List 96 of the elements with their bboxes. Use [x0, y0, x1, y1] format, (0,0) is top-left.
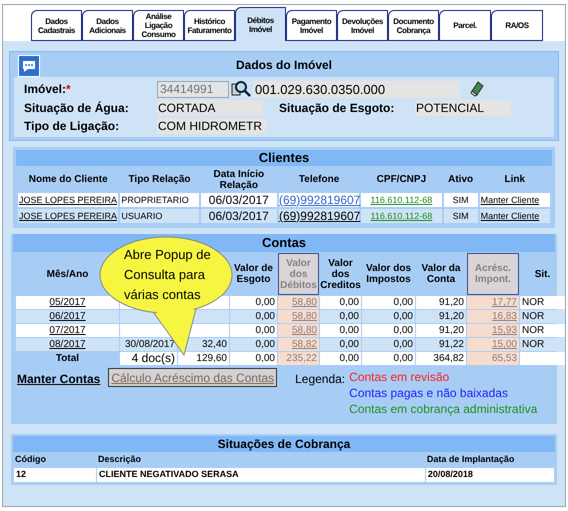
column-header: Acrésc. Impont. [467, 253, 519, 295]
column-header: Código [14, 453, 47, 466]
table-cell-text: 20/08/2018 [426, 468, 474, 481]
table-cell: 65,53 [467, 352, 519, 365]
table-cell: 4 doc(s) [120, 352, 177, 365]
section-title: Situações de Cobrança [13, 436, 555, 452]
tab[interactable]: Parcel. [439, 10, 491, 41]
phone-link[interactable]: (69)992819607 [278, 193, 360, 207]
manter-contas-link[interactable]: Manter Contas [17, 370, 100, 416]
table-cell: 0,00 [362, 324, 415, 337]
tab[interactable]: Documento Cobrança [388, 10, 439, 41]
tab[interactable]: Débitos Imóvel [235, 7, 286, 41]
table-cell: 30/08/2017 [120, 338, 177, 351]
tab[interactable]: Histórico Faturamento [184, 10, 235, 41]
table-cell: 0,00 [320, 296, 361, 309]
table-cell: 0,00 [362, 352, 415, 365]
table-cell: 235,22 [278, 352, 319, 365]
column-header: Data de Implantação [426, 453, 516, 466]
tab[interactable]: Análise Ligação Consumo [133, 10, 184, 41]
column-header: Valor dos Impostos [364, 262, 412, 287]
table-cell: USUARIO [120, 209, 199, 223]
column-header: Valor da Conta [420, 262, 462, 287]
tab[interactable]: Dados Adicionais [82, 10, 133, 41]
column-header: Valor dos Débitos [278, 253, 319, 295]
table-cell: 129,60 [178, 352, 229, 365]
column-header: Mês/Ano [46, 268, 90, 282]
table-cell: 0,00 [362, 310, 415, 323]
table-cell: 0,00 [320, 338, 361, 351]
table-cell: 0,00 [230, 324, 277, 337]
legend-item: Contas em revisão [349, 370, 450, 384]
table-cell: 364,82 [416, 352, 466, 365]
table-cell: 0,00 [320, 324, 361, 337]
legend-label: Legenda: [295, 371, 346, 388]
table-cell: 91,20 [416, 296, 466, 309]
client-link[interactable]: JOSE LOPES PEREIRA [18, 209, 118, 223]
column-header: Link [504, 173, 526, 187]
table-cell: 0,00 [320, 310, 361, 323]
column-header: CPF/CNPJ [376, 173, 428, 187]
table-cell: 91,22 [416, 338, 466, 351]
column-header: Nome do Cliente [28, 173, 109, 187]
tab[interactable]: Pagamento Imóvel [286, 10, 337, 41]
input-field[interactable]: 34414991 [157, 80, 229, 98]
table-cell: 06/03/2017 [200, 193, 277, 207]
month-link[interactable]: 07/2017 [16, 324, 119, 337]
search-icon[interactable] [231, 80, 251, 98]
phone-link[interactable]: (69)992819607 [278, 209, 360, 223]
column-header: Data Início Relação [212, 168, 266, 191]
section-title: Clientes [16, 150, 552, 166]
chat-icon[interactable] [18, 55, 40, 77]
month-link[interactable]: 08/2017 [16, 338, 119, 351]
table-cell: 0,00 [320, 352, 361, 365]
table-cell: 0,00 [230, 352, 277, 365]
tab[interactable]: Dados Cadastrais [31, 10, 82, 41]
column-header: Sit. [534, 268, 552, 282]
field-value: CORTADA [157, 100, 263, 116]
table-cell: 0,00 [230, 338, 277, 351]
manter-cliente-link[interactable]: Manter Cliente [480, 193, 550, 207]
month-link[interactable]: 05/2017 [16, 296, 119, 309]
field-label: Imóvel:* [24, 81, 72, 98]
input-field[interactable]: 001.029.630.0350.000 [253, 80, 460, 98]
column-header: Ativo [447, 173, 474, 187]
table-cell-text: 12 [15, 468, 28, 481]
field-value: POTENCIAL [415, 100, 511, 116]
table-cell-text: CLIENTE NEGATIVADO SERASA [98, 468, 240, 481]
section-title: Dados do Imóvel [236, 56, 332, 74]
table-cell: SIM [444, 193, 478, 207]
table-cell: NOR [520, 324, 565, 337]
column-header: Tipo Relação [127, 173, 192, 187]
field-label: Tipo de Ligação: [24, 118, 120, 135]
table-cell: SIM [444, 209, 478, 223]
field-label: Situação de Água: [24, 100, 130, 117]
legend-item: Contas pagas e não baixadas [349, 386, 509, 400]
table-cell: 06/03/2017 [200, 209, 277, 223]
table-cell-text: Total [54, 352, 80, 365]
legend-item: Contas em cobrança administrativa [349, 402, 538, 416]
table-cell: 91,20 [416, 310, 466, 323]
month-link[interactable]: 06/2017 [16, 310, 119, 323]
tab[interactable]: RA/OS [491, 10, 543, 41]
manter-cliente-link[interactable]: Manter Cliente [480, 209, 550, 223]
field-value: COM HIDROMETR [157, 118, 267, 134]
table-cell: 0,00 [230, 296, 277, 309]
field-label: Situação de Esgoto: [278, 100, 396, 117]
eraser-icon[interactable] [470, 81, 484, 97]
table-cell: 0,00 [362, 338, 415, 351]
tab[interactable]: Devoluções Imóvel [337, 10, 388, 41]
cpf-link[interactable]: 116.610.112-68 [361, 193, 442, 207]
column-header: Telefone [298, 173, 340, 187]
table-cell: PROPRIETARIO [120, 193, 199, 207]
table-cell: 91,20 [416, 324, 466, 337]
client-link[interactable]: JOSE LOPES PEREIRA [18, 193, 118, 207]
column-header: Valor de Esgoto [233, 262, 274, 287]
table-cell: 0,00 [230, 310, 277, 323]
table-cell: 0,00 [362, 296, 415, 309]
column-header: Descrição [96, 453, 142, 466]
column-header: Valor dos Creditos [320, 256, 361, 292]
table-cell: NOR [520, 296, 565, 309]
